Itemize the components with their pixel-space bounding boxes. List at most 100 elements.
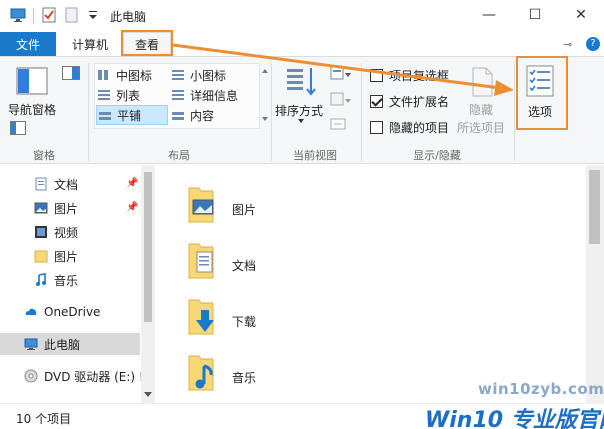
document-icon xyxy=(35,177,47,191)
nav-item-label: 此电脑 xyxy=(44,337,81,352)
nav-item-pictures-folder[interactable]: 图片 xyxy=(34,245,78,267)
scroll-up-icon[interactable] xyxy=(262,69,268,73)
music-icon xyxy=(36,273,46,286)
chevron-down-icon[interactable] xyxy=(298,119,304,123)
nav-item-dvd-drive[interactable]: DVD 驱动器 (E:) ! xyxy=(24,365,144,387)
scroll-down-icon[interactable] xyxy=(144,392,152,397)
nav-item-documents[interactable]: 文档 xyxy=(34,173,78,195)
layout-item-label: 中图标 xyxy=(116,68,153,83)
group-separator xyxy=(514,63,515,161)
item-checkboxes-label[interactable]: 项目复选框 xyxy=(389,67,449,84)
medium-icons-icon xyxy=(98,70,110,80)
cloud-icon xyxy=(25,308,37,315)
content-area xyxy=(156,165,586,403)
sort-by-icon[interactable] xyxy=(285,65,319,99)
documents-folder-icon[interactable] xyxy=(187,242,215,280)
music-folder-icon[interactable] xyxy=(187,354,215,392)
tiles-icon xyxy=(99,110,111,120)
pictures-folder-icon[interactable] xyxy=(187,186,215,224)
watermark-brand-rest: 专业版官网 xyxy=(510,408,604,429)
computer-icon xyxy=(24,338,38,350)
layout-item-label: 详细信息 xyxy=(190,88,239,103)
help-icon[interactable]: ? xyxy=(586,37,600,51)
minimize-button[interactable]: — xyxy=(466,0,512,30)
picture-icon xyxy=(34,202,48,214)
properties-icon[interactable] xyxy=(41,7,57,23)
layout-gallery-scroll[interactable] xyxy=(262,65,268,127)
nav-item-label: 图片 xyxy=(54,201,79,216)
maximize-button[interactable]: ☐ xyxy=(512,0,558,30)
show-hide-group-label: 显示/隐藏 xyxy=(413,149,461,162)
size-columns-icon[interactable] xyxy=(330,117,352,133)
folder-name[interactable]: 文档 xyxy=(232,257,256,274)
pin-icon[interactable]: 📌 xyxy=(126,202,138,213)
layout-tiles[interactable]: 平铺 xyxy=(96,105,168,125)
nav-item-label: DVD 驱动器 (E:) ! xyxy=(44,369,144,384)
preview-pane-icon[interactable] xyxy=(62,66,80,80)
tab-file[interactable]: 文件 xyxy=(0,32,56,56)
group-separator xyxy=(88,63,89,161)
nav-item-label: 视频 xyxy=(54,225,79,240)
layout-item-label: 内容 xyxy=(190,108,215,123)
content-icon xyxy=(172,110,184,120)
layout-medium-icons[interactable]: 中图标 xyxy=(98,65,152,85)
nav-item-pictures[interactable]: 图片 xyxy=(34,197,78,219)
content-scrollbar-thumb[interactable] xyxy=(589,170,600,244)
item-checkboxes-checkbox[interactable] xyxy=(370,69,383,82)
pin-icon[interactable]: 📌 xyxy=(126,178,138,189)
hide-selected-label-2: 所选项目 xyxy=(457,121,506,135)
nav-item-music[interactable]: 音乐 xyxy=(34,269,78,291)
nav-scrollbar-thumb[interactable] xyxy=(144,172,152,322)
navigation-pane-icon[interactable] xyxy=(16,67,48,95)
tab-computer[interactable]: 计算机 xyxy=(62,32,118,56)
watermark-brand: Win10 专业版官网 xyxy=(425,402,604,429)
options-highlight xyxy=(516,56,568,130)
item-count: 10 个项目 xyxy=(16,412,72,426)
list-icon xyxy=(98,90,110,100)
qat-separator xyxy=(33,8,34,24)
view-tab-highlight xyxy=(121,30,173,56)
layout-small-icons[interactable]: 小图标 xyxy=(172,65,226,85)
customize-qat-icon[interactable] xyxy=(85,7,101,23)
layout-item-label: 列表 xyxy=(116,88,141,103)
layout-details[interactable]: 详细信息 xyxy=(172,85,238,105)
nav-item-onedrive[interactable]: OneDrive xyxy=(24,301,100,323)
close-button[interactable]: ✕ xyxy=(558,0,604,30)
pin-ribbon-icon[interactable]: ⊸ xyxy=(563,38,572,51)
hide-selected-icon[interactable] xyxy=(470,67,494,97)
hide-selected-label[interactable]: 隐藏 xyxy=(469,101,493,118)
window-title: 此电脑 xyxy=(110,10,147,24)
layout-group-label: 布局 xyxy=(168,149,190,162)
navigation-pane-label[interactable]: 导航窗格 xyxy=(8,101,56,118)
nav-item-videos[interactable]: 视频 xyxy=(34,221,78,243)
group-by-icon[interactable] xyxy=(330,65,352,83)
layout-item-label: 平铺 xyxy=(117,108,142,123)
hidden-items-label[interactable]: 隐藏的项目 xyxy=(389,119,449,136)
small-icons-icon xyxy=(172,70,184,80)
nav-item-label: 音乐 xyxy=(54,273,79,288)
dvd-icon xyxy=(24,369,38,383)
ribbon: 导航窗格 窗格 中图标 小图标 列表 详细信息 平铺 内容 布局 排序方式 当前… xyxy=(0,56,604,164)
layout-list[interactable]: 列表 xyxy=(98,85,140,105)
folder-name[interactable]: 图片 xyxy=(232,201,256,218)
nav-item-label: 文档 xyxy=(54,177,79,192)
details-pane-icon[interactable] xyxy=(10,121,26,135)
file-extensions-label[interactable]: 文件扩展名 xyxy=(389,93,449,110)
current-view-group-label: 当前视图 xyxy=(293,149,337,162)
layout-content[interactable]: 内容 xyxy=(172,105,214,125)
title-bar: 此电脑 — ☐ ✕ xyxy=(0,0,604,32)
nav-item-this-pc[interactable]: 此电脑 xyxy=(24,333,80,355)
hidden-items-checkbox[interactable] xyxy=(370,121,383,134)
folder-name[interactable]: 音乐 xyxy=(232,369,256,386)
add-columns-icon[interactable] xyxy=(330,91,352,109)
file-extensions-checkbox[interactable] xyxy=(370,95,383,108)
scroll-down-icon[interactable] xyxy=(262,117,268,121)
sort-by-label[interactable]: 排序方式 xyxy=(275,102,323,119)
folder-name[interactable]: 下载 xyxy=(232,313,256,330)
folder-icon xyxy=(34,250,48,263)
nav-item-label: 图片 xyxy=(54,249,79,264)
new-folder-icon[interactable] xyxy=(64,7,80,23)
video-icon xyxy=(35,226,47,238)
computer-icon[interactable] xyxy=(10,7,26,23)
downloads-folder-icon[interactable] xyxy=(187,298,215,336)
